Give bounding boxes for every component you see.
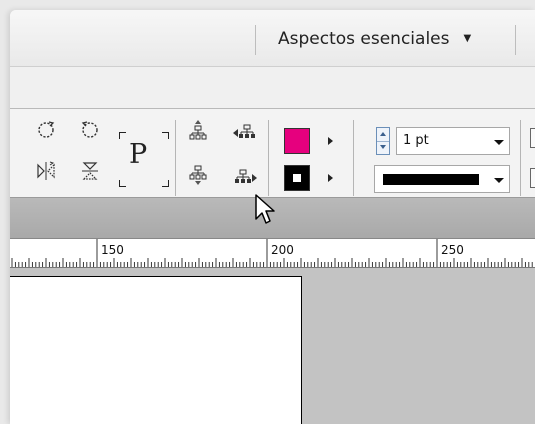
- stroke-swatch[interactable]: [284, 165, 310, 191]
- stroke-type-preview: [383, 174, 479, 185]
- paragraph-style-icon[interactable]: P: [129, 140, 147, 170]
- frame-corner: [162, 180, 169, 187]
- separator: [268, 120, 269, 196]
- separator: [175, 120, 176, 196]
- application-bar: Aspectos esenciales ▼: [10, 10, 535, 67]
- select-container-icon[interactable]: [188, 119, 208, 141]
- chevron-down-icon[interactable]: [494, 178, 504, 183]
- panel-icon[interactable]: [530, 128, 535, 148]
- frame-corner: [119, 180, 126, 187]
- frame-corner: [119, 132, 126, 139]
- workspace-switcher[interactable]: Aspectos esenciales ▼: [278, 28, 471, 50]
- stroke-swatch-center: [293, 174, 301, 182]
- stroke-weight-stepper[interactable]: [376, 127, 390, 155]
- separator: [520, 120, 521, 196]
- flip-vertical-icon[interactable]: [80, 160, 100, 182]
- separator: [255, 25, 256, 55]
- ruler-label: 150: [101, 243, 124, 257]
- stroke-weight-value: 1 pt: [403, 133, 429, 148]
- workspace-label: Aspectos esenciales: [278, 29, 450, 49]
- stroke-type-dropdown[interactable]: [374, 165, 510, 193]
- rotate-counterclockwise-icon[interactable]: [80, 119, 100, 141]
- chevron-down-icon: ▼: [463, 33, 472, 44]
- fill-menu-arrow-icon[interactable]: [328, 137, 333, 145]
- separator: [515, 25, 516, 55]
- ruler-label: 250: [441, 243, 464, 257]
- panel-icon[interactable]: [530, 168, 535, 188]
- stroke-menu-arrow-icon[interactable]: [328, 174, 333, 182]
- ruler-label: 200: [271, 243, 294, 257]
- horizontal-ruler[interactable]: 150 200 250: [10, 239, 535, 268]
- stroke-weight-field[interactable]: 1 pt: [396, 127, 510, 155]
- frame-corner: [162, 132, 169, 139]
- fill-swatch[interactable]: [284, 128, 310, 154]
- select-content-icon[interactable]: [188, 164, 208, 186]
- chevron-down-icon[interactable]: [494, 140, 504, 145]
- rotate-clockwise-icon[interactable]: [36, 119, 56, 141]
- separator: [353, 120, 354, 196]
- select-previous-object-icon[interactable]: [232, 122, 258, 144]
- stepper-up-icon[interactable]: [377, 128, 389, 142]
- stepper-down-icon[interactable]: [377, 141, 389, 154]
- document-page[interactable]: [10, 276, 302, 424]
- flip-horizontal-icon[interactable]: [36, 160, 56, 182]
- select-next-object-icon[interactable]: [232, 167, 258, 189]
- mouse-pointer-icon: [255, 194, 275, 224]
- menu-bar-area: [10, 67, 535, 109]
